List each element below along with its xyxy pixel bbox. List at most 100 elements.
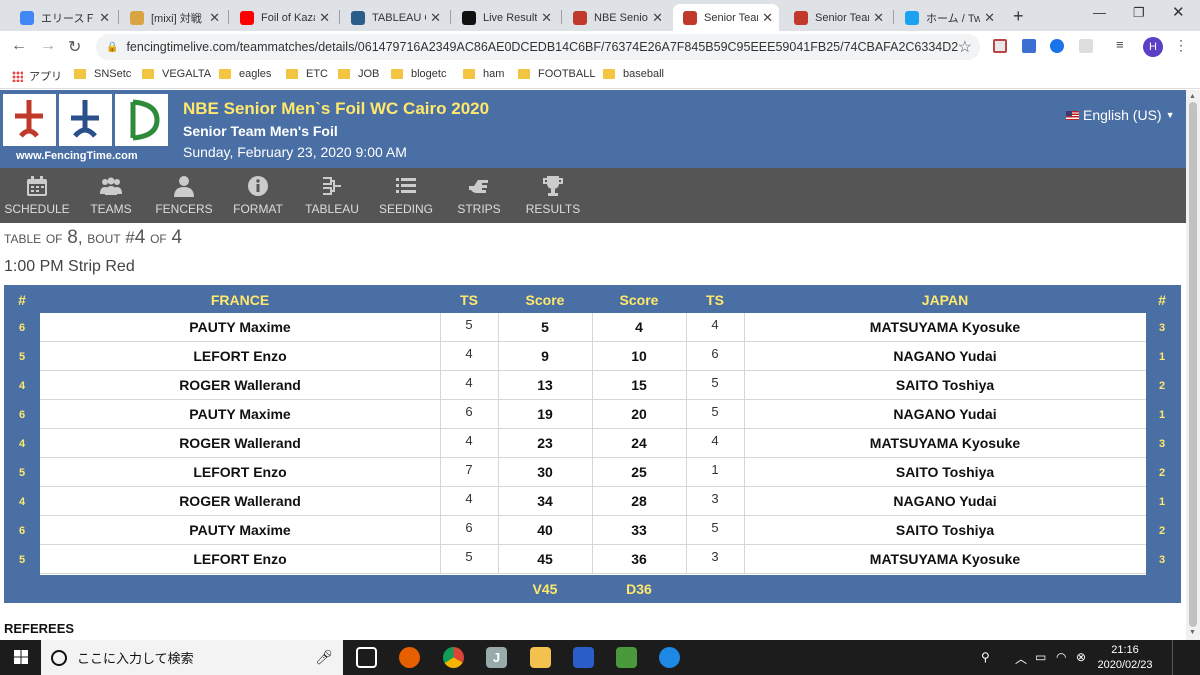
forward-arrow-icon[interactable]: → bbox=[40, 37, 56, 55]
pdf-extension-icon[interactable] bbox=[993, 39, 1007, 53]
touches-scored-left: 4 bbox=[465, 433, 473, 448]
strip-time: 1:00 PM Strip Red bbox=[4, 258, 135, 275]
menu-seeding[interactable]: SEEDING bbox=[378, 168, 434, 223]
battery-icon[interactable]: ▭ bbox=[1035, 650, 1046, 664]
volume-muted-icon[interactable]: ⊗ bbox=[1076, 650, 1086, 664]
taskbar-clock[interactable]: 21:16 2020/02/23 bbox=[1095, 643, 1155, 673]
bookmark-folder[interactable]: SNSetc bbox=[74, 68, 131, 80]
extension-icon[interactable] bbox=[1050, 39, 1064, 53]
close-tab-icon[interactable]: ✕ bbox=[319, 10, 330, 26]
file-explorer-icon[interactable] bbox=[530, 647, 551, 668]
jtrim-icon[interactable]: J bbox=[486, 647, 507, 668]
browser-tab[interactable]: Live Results ✕ bbox=[452, 4, 558, 31]
logo-fencer-green bbox=[115, 94, 168, 146]
chat-extension-icon[interactable] bbox=[1022, 39, 1036, 53]
score-right: 33 bbox=[631, 522, 647, 538]
close-tab-icon[interactable]: ✕ bbox=[99, 10, 110, 26]
close-tab-icon[interactable]: ✕ bbox=[209, 10, 220, 26]
score-right: 15 bbox=[631, 377, 647, 393]
language-selector[interactable]: English (US) ▼ bbox=[1066, 107, 1175, 123]
fencer-number-right: 3 bbox=[1158, 438, 1166, 450]
tab-title: Foil of Kaza bbox=[261, 11, 316, 24]
bookmark-folder[interactable]: ham bbox=[463, 68, 504, 80]
taskbar-search[interactable]: ここに入力して検索 🎤︎ bbox=[41, 640, 343, 675]
score-right: 24 bbox=[631, 435, 647, 451]
menu-fencers[interactable]: FENCERS bbox=[154, 168, 214, 223]
bookmark-star-icon[interactable]: ☆ bbox=[958, 37, 972, 57]
reload-icon[interactable]: ↻ bbox=[68, 37, 81, 57]
close-tab-icon[interactable]: ✕ bbox=[652, 10, 663, 26]
bookmark-folder[interactable]: FOOTBALL bbox=[518, 68, 595, 80]
url-text[interactable]: fencingtimelive.com/teammatches/details/… bbox=[126, 40, 957, 54]
extension-icon-2[interactable] bbox=[1079, 39, 1093, 53]
bookmark-folder[interactable]: blogetc bbox=[391, 68, 446, 80]
bookmark-apps[interactable]: アプリ bbox=[12, 68, 62, 84]
bout-of-word: of bbox=[145, 228, 172, 247]
fencer-left: ROGER Wallerand bbox=[179, 435, 301, 451]
show-desktop-button[interactable] bbox=[1172, 640, 1200, 675]
touches-scored-left: 4 bbox=[465, 346, 473, 361]
windows-start-icon[interactable] bbox=[14, 650, 28, 664]
page-scrollbar[interactable]: ▲ ▼ bbox=[1186, 90, 1200, 640]
scrollbar-thumb[interactable] bbox=[1189, 102, 1197, 627]
profile-avatar[interactable]: H bbox=[1143, 37, 1163, 57]
browser-tab[interactable]: TABLEAU C ✕ bbox=[341, 4, 447, 31]
wifi-icon[interactable]: ◠ bbox=[1056, 650, 1066, 664]
bookmark-folder[interactable]: eagles bbox=[219, 68, 271, 80]
browser-tab[interactable]: Foil of Kaza ✕ bbox=[230, 4, 336, 31]
bookmark-label: SNSetc bbox=[94, 68, 132, 80]
trophy-icon bbox=[543, 176, 563, 196]
bout-row: PAUTY Maxime 6 19 20 5 NAGANO Yudai bbox=[40, 400, 1146, 429]
touches-scored-left: 6 bbox=[465, 404, 473, 419]
menu-tableau[interactable]: TABLEAU bbox=[304, 168, 360, 223]
menu-format[interactable]: FORMAT bbox=[230, 168, 286, 223]
close-tab-icon[interactable]: ✕ bbox=[541, 10, 552, 26]
app-icon-3[interactable] bbox=[659, 647, 680, 668]
scroll-down-arrow-icon[interactable]: ▼ bbox=[1189, 629, 1196, 636]
browser-tab[interactable]: Senior Tean ✕ bbox=[784, 4, 890, 31]
scroll-up-arrow-icon[interactable]: ▲ bbox=[1189, 93, 1196, 100]
close-tab-icon[interactable]: ✕ bbox=[762, 10, 773, 26]
minimize-button[interactable]: — bbox=[1093, 5, 1106, 20]
media-queue-icon[interactable]: ≡ bbox=[1116, 37, 1130, 52]
back-arrow-icon[interactable]: ← bbox=[11, 37, 27, 55]
browser-tab[interactable]: [mixi] 対戦 ✕ bbox=[120, 4, 226, 31]
app-icon-2[interactable] bbox=[616, 647, 637, 668]
chevron-up-icon[interactable]: ︿ bbox=[1015, 650, 1027, 667]
bookmark-folder[interactable]: ETC bbox=[286, 68, 328, 80]
browser-tab[interactable]: ホーム / Twit✕ bbox=[895, 4, 1001, 31]
close-tab-icon[interactable]: ✕ bbox=[873, 10, 884, 26]
close-tab-icon[interactable]: ✕ bbox=[984, 10, 995, 26]
tab-title: TABLEAU C bbox=[372, 11, 426, 24]
firefox-icon[interactable] bbox=[399, 647, 420, 668]
microphone-icon[interactable]: 🎤︎ bbox=[315, 649, 333, 666]
task-view-icon[interactable] bbox=[356, 647, 377, 668]
column-divider bbox=[686, 487, 687, 516]
maximize-button[interactable]: ❐ bbox=[1133, 5, 1145, 21]
people-icon[interactable]: ⚲ bbox=[981, 650, 990, 664]
browser-tab[interactable]: Senior Tean ✕ bbox=[673, 4, 779, 31]
app-icon[interactable] bbox=[573, 647, 594, 668]
close-tab-icon[interactable]: ✕ bbox=[430, 10, 441, 26]
close-window-button[interactable]: ✕ bbox=[1172, 3, 1185, 21]
bout-row: LEFORT Enzo 7 30 25 1 SAITO Toshiya bbox=[40, 458, 1146, 487]
browser-tab[interactable]: NBE Senior ✕ bbox=[563, 4, 669, 31]
bookmark-folder[interactable]: JOB bbox=[338, 68, 379, 80]
score-right: 36 bbox=[631, 551, 647, 567]
menu-teams[interactable]: TEAMS bbox=[84, 168, 138, 223]
menu-results[interactable]: RESULTS bbox=[524, 168, 582, 223]
address-bar[interactable]: 🔒 fencingtimelive.com/teammatches/detail… bbox=[96, 34, 980, 60]
menu-schedule[interactable]: SCHEDULE bbox=[4, 168, 70, 223]
fencingtime-logo[interactable]: www.FencingTime.com bbox=[0, 92, 170, 164]
bookmark-folder[interactable]: baseball bbox=[603, 68, 664, 80]
new-tab-button[interactable]: + bbox=[1013, 6, 1024, 27]
column-divider bbox=[744, 342, 745, 371]
browser-tab[interactable]: エリースＦＣ✕ bbox=[10, 4, 116, 31]
touches-scored-left: 4 bbox=[465, 491, 473, 506]
fencer-number-left: 6 bbox=[18, 409, 26, 421]
more-menu-icon[interactable]: ⋮ bbox=[1174, 37, 1188, 54]
event-header: www.FencingTime.com NBE Senior Men`s Foi… bbox=[0, 90, 1186, 168]
bookmark-folder[interactable]: VEGALTA bbox=[142, 68, 211, 80]
chrome-icon[interactable] bbox=[443, 647, 464, 668]
menu-strips[interactable]: STRIPS bbox=[454, 168, 504, 223]
